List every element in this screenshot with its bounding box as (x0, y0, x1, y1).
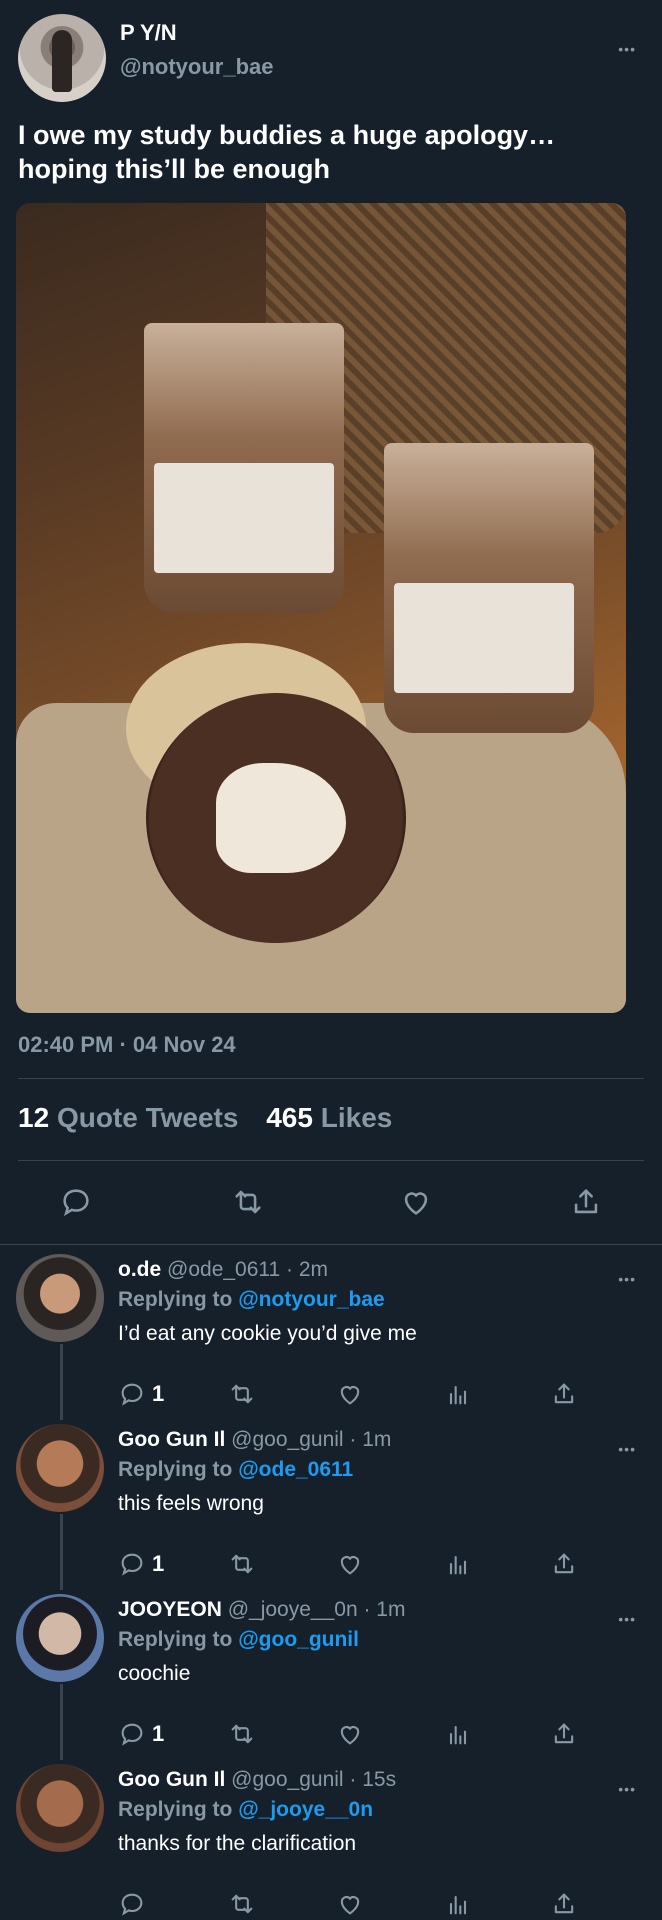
more-icon[interactable] (618, 36, 636, 58)
likes-label[interactable]: Likes (321, 1102, 393, 1133)
analytics-icon[interactable] (444, 1378, 472, 1410)
more-icon[interactable] (618, 1606, 636, 1628)
replying-label: Replying to (118, 1288, 233, 1311)
share-icon[interactable] (550, 1718, 578, 1750)
replying-label: Replying to (118, 1458, 233, 1481)
reply-text: thanks for the clarification (118, 1832, 357, 1855)
more-icon[interactable] (618, 1266, 636, 1288)
reply-meta: @_jooye__0n · 1m (227, 1598, 406, 1621)
reply-button[interactable] (118, 1888, 152, 1920)
tweet-photo[interactable] (16, 203, 626, 1013)
like-icon[interactable] (336, 1378, 364, 1410)
retweet-icon[interactable] (228, 1378, 256, 1410)
share-icon[interactable] (550, 1888, 578, 1920)
reply-text: coochie (118, 1662, 191, 1685)
retweet-icon[interactable] (228, 1548, 256, 1580)
avatar[interactable] (16, 1764, 104, 1852)
reply-count: 1 (152, 1381, 165, 1406)
avatar[interactable] (16, 1254, 104, 1342)
share-icon[interactable] (550, 1548, 578, 1580)
reply-count: 1 (152, 1551, 165, 1576)
replying-label: Replying to (118, 1628, 233, 1651)
likes-count[interactable]: 465 (266, 1102, 313, 1133)
analytics-icon[interactable] (444, 1718, 472, 1750)
reply-item[interactable]: Goo Gun Il @goo_gunil · 1m Replying to @… (0, 1424, 662, 1594)
reply-icon (121, 1383, 143, 1406)
replying-mention[interactable]: @notyour_bae (238, 1288, 385, 1311)
reply-button[interactable]: 1 (118, 1718, 164, 1750)
like-icon[interactable] (336, 1548, 364, 1580)
more-icon[interactable] (618, 1436, 636, 1458)
reply-item[interactable]: Goo Gun Il @goo_gunil · 15s Replying to … (0, 1764, 662, 1920)
author-name[interactable]: P Y/N (120, 20, 177, 46)
reply-meta: @goo_gunil · 15s (231, 1768, 397, 1791)
share-icon[interactable] (566, 1182, 606, 1222)
retweet-icon[interactable] (228, 1182, 268, 1222)
author-handle[interactable]: @notyour_bae (120, 54, 273, 80)
avatar[interactable] (16, 1424, 104, 1512)
quote-tweets-label[interactable]: Quote Tweets (57, 1102, 239, 1133)
retweet-icon[interactable] (228, 1888, 256, 1920)
replying-mention[interactable]: @ode_0611 (238, 1458, 353, 1481)
like-icon[interactable] (396, 1182, 436, 1222)
author-avatar[interactable] (18, 14, 106, 102)
avatar[interactable] (16, 1594, 104, 1682)
replying-label: Replying to (118, 1798, 233, 1821)
reply-item[interactable]: JOOYEON @_jooye__0n · 1m Replying to @go… (0, 1594, 662, 1764)
tweet-timestamp[interactable]: 02:40 PM · 04 Nov 24 (18, 1032, 236, 1058)
reply-count: 1 (152, 1721, 165, 1746)
reply-icon (121, 1723, 143, 1746)
tweet-text: I owe my study buddies a huge apology… h… (18, 120, 556, 184)
reply-icon[interactable] (56, 1182, 96, 1222)
reply-meta: @ode_0611 · 2m (167, 1258, 329, 1281)
reply-name[interactable]: Goo Gun Il (118, 1768, 225, 1791)
reply-button[interactable]: 1 (118, 1548, 164, 1580)
quote-tweets-count[interactable]: 12 (18, 1102, 49, 1133)
tweet-actions (0, 1182, 662, 1222)
reply-name[interactable]: JOOYEON (118, 1598, 222, 1621)
like-icon[interactable] (336, 1888, 364, 1920)
replying-mention[interactable]: @goo_gunil (238, 1628, 359, 1651)
replying-mention[interactable]: @_jooye__0n (238, 1798, 373, 1821)
share-icon[interactable] (550, 1378, 578, 1410)
more-icon[interactable] (618, 1776, 636, 1798)
reply-text: this feels wrong (118, 1492, 264, 1515)
like-icon[interactable] (336, 1718, 364, 1750)
reply-text: I’d eat any cookie you’d give me (118, 1322, 417, 1345)
reply-name[interactable]: Goo Gun Il (118, 1428, 225, 1451)
reply-button[interactable]: 1 (118, 1378, 164, 1410)
reply-name[interactable]: o.de (118, 1258, 161, 1281)
analytics-icon[interactable] (444, 1888, 472, 1920)
reply-meta: @goo_gunil · 1m (231, 1428, 392, 1451)
reply-icon (121, 1553, 143, 1576)
reply-item[interactable]: o.de @ode_0611 · 2m Replying to @notyour… (0, 1254, 662, 1424)
retweet-icon[interactable] (228, 1718, 256, 1750)
tweet-stats: 12 Quote Tweets 465 Likes (18, 1102, 412, 1134)
reply-icon (121, 1893, 143, 1916)
analytics-icon[interactable] (444, 1548, 472, 1580)
